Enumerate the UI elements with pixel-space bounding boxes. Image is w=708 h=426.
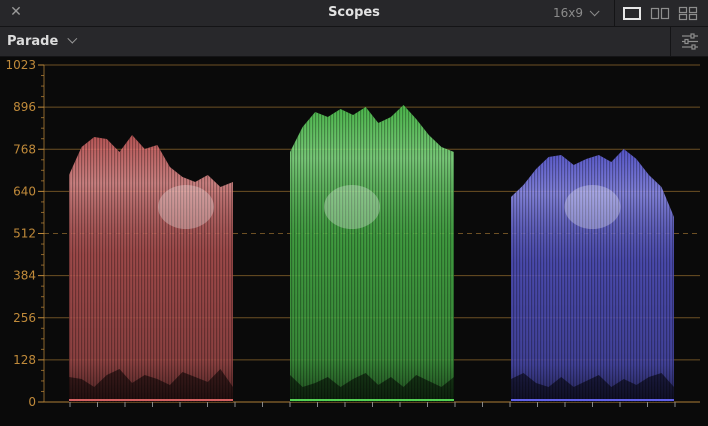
axis-tick-label: 256 bbox=[13, 311, 36, 325]
quad-view-icon[interactable] bbox=[678, 4, 698, 22]
single-view-icon[interactable] bbox=[622, 4, 642, 22]
green-trace-streaks bbox=[290, 105, 454, 402]
chevron-down-icon bbox=[67, 33, 78, 44]
parade-graph: 0 128 256 384 512 640 768 896 1023 bbox=[5, 58, 700, 409]
dual-view-icon[interactable] bbox=[650, 4, 670, 22]
aspect-ratio-dropdown[interactable]: 16x9 bbox=[553, 4, 600, 22]
green-trace-highlight bbox=[324, 185, 380, 229]
axis-tick-label: 0 bbox=[28, 395, 36, 409]
axis-tick-label: 1023 bbox=[5, 58, 36, 72]
title-bar: ✕ Scopes 16x9 bbox=[0, 0, 708, 27]
axis-tick-label: 384 bbox=[13, 269, 36, 283]
scope-settings-button[interactable] bbox=[670, 27, 708, 56]
blue-trace-highlight bbox=[564, 185, 621, 229]
chevron-down-icon bbox=[589, 6, 600, 17]
red-trace-highlight bbox=[158, 185, 214, 229]
axis-tick-label: 512 bbox=[13, 227, 36, 241]
scope-type-label: Parade bbox=[7, 34, 59, 49]
parade-scope: 0 128 256 384 512 640 768 896 1023 bbox=[0, 57, 708, 426]
sliders-icon bbox=[682, 33, 698, 50]
aspect-ratio-label: 16x9 bbox=[553, 6, 584, 20]
close-icon[interactable]: ✕ bbox=[8, 3, 24, 21]
axis-tick-label: 128 bbox=[13, 353, 36, 367]
blue-channel-trace bbox=[511, 149, 674, 402]
red-channel-trace bbox=[69, 135, 233, 402]
axis-tick-label: 640 bbox=[13, 184, 36, 198]
window-title: Scopes bbox=[328, 5, 380, 20]
red-trace-streaks bbox=[69, 135, 233, 402]
divider bbox=[614, 0, 615, 26]
axis-tick-label: 768 bbox=[13, 142, 36, 156]
axis-tick-label: 896 bbox=[13, 100, 36, 114]
green-channel-trace bbox=[290, 105, 454, 402]
scope-toolbar: Parade bbox=[0, 27, 708, 57]
scope-type-dropdown[interactable]: Parade bbox=[7, 32, 78, 52]
